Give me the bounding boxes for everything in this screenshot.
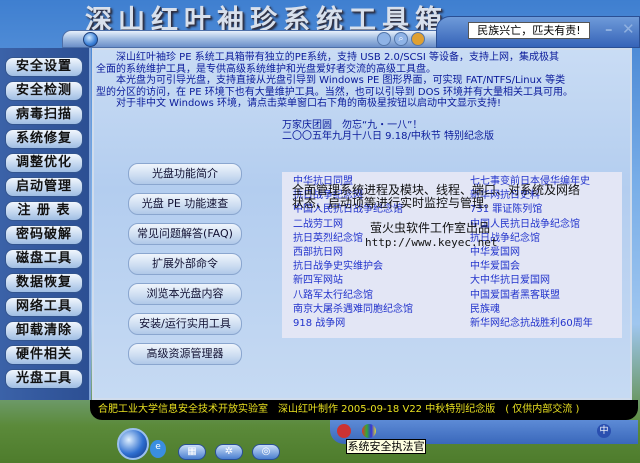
- link-item[interactable]: 中国爱国者黑客联盟: [470, 290, 560, 302]
- sidebar-item[interactable]: 启动管理: [5, 177, 83, 197]
- network-icon[interactable]: ▦: [178, 444, 206, 460]
- menu-button[interactable]: 光盘 PE 功能速查: [128, 193, 242, 215]
- menu-button[interactable]: 浏览本光盘内容: [128, 283, 242, 305]
- link-item[interactable]: 中华爱国会: [470, 261, 520, 273]
- footer-bar: 合肥工业大学信息安全技术开放实验室 深山红叶制作 2005-09-18 V22 …: [90, 400, 638, 420]
- sidebar-item[interactable]: 卸载清除: [5, 321, 83, 341]
- menu-button[interactable]: 光盘功能简介: [128, 163, 242, 185]
- window-icon[interactable]: [377, 32, 391, 46]
- sidebar-item[interactable]: 调整优化: [5, 153, 83, 173]
- intro-text: 深山红叶袖珍 PE 系统工具箱带有独立的PE系统，支持 USB 2.0/SCSI…: [96, 52, 626, 143]
- sidebar-item[interactable]: 密码破解: [5, 225, 83, 245]
- intro-line: 型的分区的访问，在 PE 环境下也有大量维护工具。当然，也可以引导到 DOS 环…: [96, 86, 573, 98]
- intro-line: 全面的系统维护工具，是专供高级系统维护和光盘爱好者交流的高级工具盘。: [96, 63, 436, 75]
- link-item[interactable]: 918 战争网: [293, 318, 345, 330]
- sidebar-item[interactable]: 硬件相关: [5, 345, 83, 365]
- link-item[interactable]: 大中华抗日爱国网: [470, 275, 550, 287]
- link-item[interactable]: 新华网纪念抗战胜利60周年: [470, 318, 593, 330]
- link-item[interactable]: 抗日战争史实维护会: [293, 261, 383, 273]
- intro-line: 深山红叶袖珍 PE 系统工具箱带有独立的PE系统，支持 USB 2.0/SCSI…: [96, 52, 560, 63]
- sidebar-item[interactable]: 安全检测: [5, 81, 83, 101]
- link-item[interactable]: 南京大屠杀遇难同胞纪念馆: [293, 304, 413, 316]
- edition-date: 二〇〇五年九月十八日 9.18/中秋节 特别纪念版: [282, 131, 494, 142]
- tooltip: 系统安全执法官: [346, 439, 426, 454]
- link-item[interactable]: 抗日英烈纪念馆: [293, 233, 363, 245]
- shield-icon[interactable]: [362, 424, 376, 438]
- link-item[interactable]: 西部抗日网: [293, 247, 343, 259]
- orb-icon[interactable]: [83, 32, 98, 47]
- menu-button[interactable]: 安装/运行实用工具: [128, 313, 242, 335]
- minimize-button[interactable]: –: [605, 20, 613, 38]
- close-button[interactable]: ✕: [622, 20, 635, 38]
- link-item[interactable]: 民族魂: [470, 304, 500, 316]
- link-item[interactable]: 新四军网站: [293, 275, 343, 287]
- intro-line: 本光盘为可引导光盘，支持直接从光盘引导到 Windows PE 图形界面，可实现…: [96, 75, 566, 86]
- sidebar-item[interactable]: 磁盘工具: [5, 249, 83, 269]
- settings-icon[interactable]: ◎: [252, 444, 280, 460]
- overlay-desc-2: 状态、启动项等进行实时监控与管理。: [292, 196, 497, 210]
- qq-icon[interactable]: [337, 424, 351, 438]
- top-toolbar: ⌕: [62, 30, 440, 48]
- ie-icon[interactable]: e: [150, 440, 166, 458]
- menu-button[interactable]: 高级资源管理器: [128, 343, 242, 365]
- menu-button[interactable]: 常见问题解答(FAQ): [128, 223, 242, 245]
- search-icon[interactable]: ⌕: [394, 32, 408, 46]
- sidebar-item[interactable]: 系统修复: [5, 129, 83, 149]
- broom-icon[interactable]: [411, 32, 425, 46]
- sidebar-item[interactable]: 安全设置: [5, 57, 83, 77]
- link-item[interactable]: 二战劳工网: [293, 219, 343, 231]
- globe-icon[interactable]: [117, 428, 149, 460]
- sidebar-item[interactable]: 病毒扫描: [5, 105, 83, 125]
- intro-line: 对于非中文 Windows 环境，请点击菜单窗口右下角的南极星按钮以启动中文显示…: [96, 98, 502, 109]
- menu-button[interactable]: 扩展外部命令: [128, 253, 242, 275]
- sidebar-item[interactable]: 光盘工具: [5, 369, 83, 389]
- gear-icon[interactable]: ✲: [215, 444, 243, 460]
- sidebar-item[interactable]: 注 册 表: [5, 201, 83, 221]
- overlay-studio: 萤火虫软件工作室出品: [370, 221, 491, 235]
- motto-box: 民族兴亡，匹夫有责!: [468, 22, 590, 39]
- chinese-input-icon[interactable]: 中: [597, 424, 611, 438]
- overlay-url: http://www.keyec.net: [365, 236, 498, 249]
- sidebar-item[interactable]: 数据恢复: [5, 273, 83, 293]
- link-item[interactable]: 八路军太行纪念馆: [293, 290, 373, 302]
- sidebar-item[interactable]: 网络工具: [5, 297, 83, 317]
- slogan: 万家庆团圆 勿忘“九・一八”！: [282, 119, 423, 131]
